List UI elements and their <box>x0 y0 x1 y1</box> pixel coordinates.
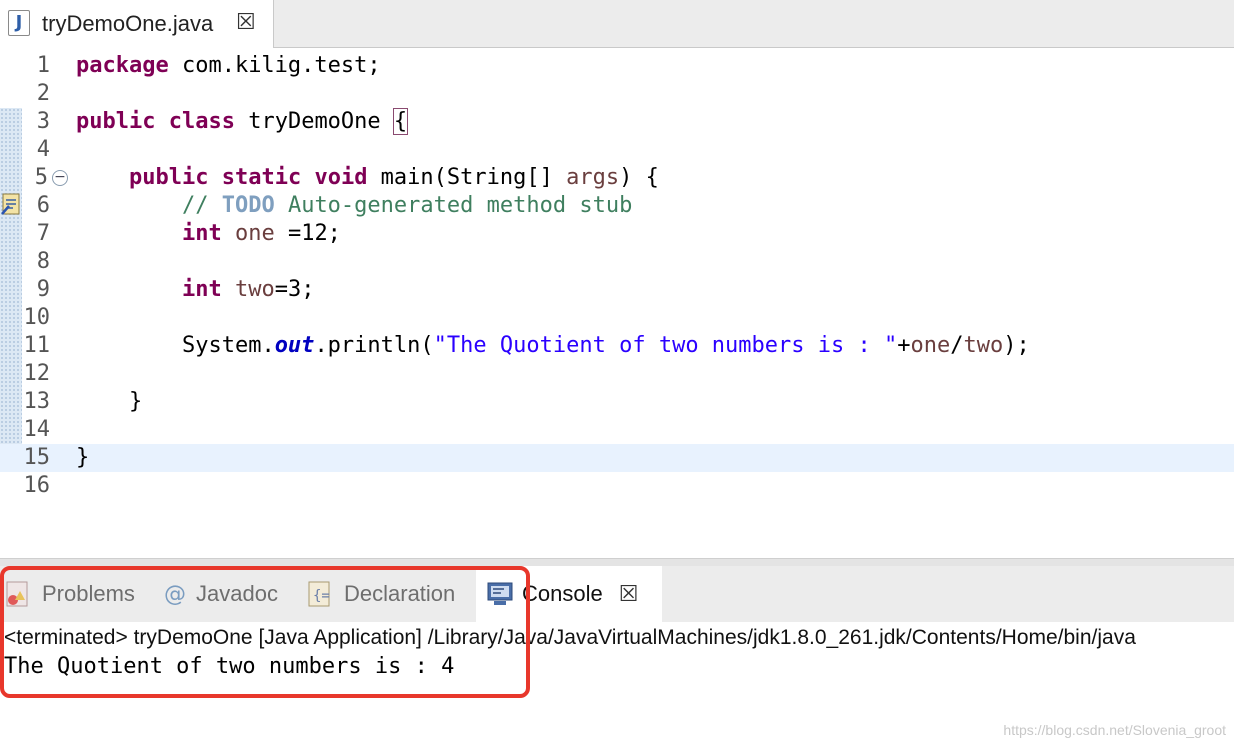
tab-label: Console <box>522 581 603 606</box>
line-number: 5 <box>34 165 48 190</box>
tab-label: Javadoc <box>196 581 278 606</box>
panel-sash[interactable] <box>0 558 1234 566</box>
line-number: 8 <box>36 249 50 274</box>
javadoc-at-icon: @ <box>164 581 186 607</box>
editor-tab-trydemoone[interactable]: J tryDemoOne.java ☒ <box>0 0 274 48</box>
code-text: System.out.println("The Quotient of two … <box>181 333 1030 358</box>
code-line: 11 System.out.println("The Quotient of t… <box>0 332 1234 360</box>
tab-label: Problems <box>42 581 135 606</box>
line-number: 4 <box>36 137 50 162</box>
code-line: 8 <box>0 248 1234 276</box>
current-code-line: 15 } <box>0 444 1234 472</box>
code-line: 6 // TODO Auto-generated method stub <box>0 192 1234 220</box>
code-text: int one =12; <box>181 221 341 246</box>
line-number: 12 <box>23 361 51 386</box>
fold-collapse-icon[interactable]: − <box>52 170 68 186</box>
code-text: package com.kilig.test; <box>76 53 381 78</box>
line-number: 2 <box>36 81 50 106</box>
code-line: 16 <box>0 472 1234 500</box>
code-text: } <box>128 389 143 414</box>
line-number: 7 <box>36 221 50 246</box>
svg-text:{=: {= <box>313 588 330 604</box>
declaration-icon: {= <box>308 581 330 607</box>
code-editor[interactable]: 1 package com.kilig.test; 2 3 public cla… <box>0 48 1234 558</box>
line-number: 13 <box>23 389 51 414</box>
line-number: 15 <box>23 445 51 470</box>
close-icon[interactable]: ☒ <box>236 10 256 35</box>
line-number: 3 <box>36 109 50 134</box>
tab-console[interactable]: Console ☒ <box>476 566 662 622</box>
code-line: 10 <box>0 304 1234 332</box>
close-icon[interactable]: ☒ <box>619 582 639 607</box>
panel-tab-bar: Problems @ Javadoc {= Declaration Consol… <box>0 566 1234 622</box>
code-line: 5 − public static void main(String[] arg… <box>0 164 1234 192</box>
tab-declaration[interactable]: {= Declaration <box>306 566 455 622</box>
java-file-icon: J <box>8 10 30 36</box>
editor-tab-title: tryDemoOne.java <box>42 11 214 36</box>
matching-brace: { <box>392 108 409 135</box>
code-line: 14 <box>0 416 1234 444</box>
code-line: 2 <box>0 80 1234 108</box>
line-number: 9 <box>36 277 50 302</box>
code-line: 1 package com.kilig.test; <box>0 52 1234 80</box>
console-output-line: The Quotient of two numbers is : 4 <box>4 654 455 679</box>
line-number: 1 <box>36 53 50 78</box>
console-monitor-icon <box>487 582 513 605</box>
code-line: 7 int one =12; <box>0 220 1234 248</box>
tab-problems[interactable]: Problems <box>4 566 135 622</box>
editor-tab-bar: J tryDemoOne.java ☒ <box>0 0 1234 48</box>
watermark: https://blog.csdn.net/Slovenia_groot <box>1003 722 1226 738</box>
code-text: public static void main(String[] args) { <box>128 165 659 190</box>
code-text: public class tryDemoOne { <box>76 108 409 135</box>
code-line: 13 } <box>0 388 1234 416</box>
problems-icon <box>6 581 28 607</box>
code-line: 4 <box>0 136 1234 164</box>
code-line: 9 int two=3; <box>0 276 1234 304</box>
code-text: // TODO Auto-generated method stub <box>181 193 633 218</box>
line-number: 6 <box>36 193 50 218</box>
line-number: 14 <box>23 417 51 442</box>
line-number: 16 <box>23 473 51 498</box>
code-line: 12 <box>0 360 1234 388</box>
line-number: 11 <box>23 333 51 358</box>
code-text: } <box>76 445 90 470</box>
line-number: 10 <box>23 305 51 330</box>
code-text: int two=3; <box>181 277 315 302</box>
tab-label: Declaration <box>344 581 456 606</box>
code-line: 3 public class tryDemoOne { <box>0 108 1234 136</box>
tab-javadoc[interactable]: @ Javadoc <box>164 566 278 622</box>
console-process-description: <terminated> tryDemoOne [Java Applicatio… <box>4 626 1136 649</box>
